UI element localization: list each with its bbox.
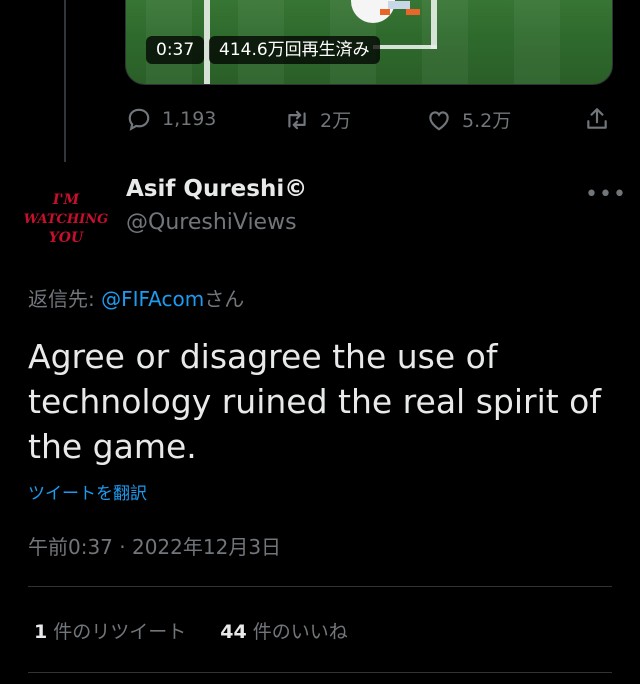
retweet-icon: [288, 110, 306, 129]
share-button[interactable]: [584, 106, 610, 132]
reply-prefix: 返信先:: [28, 287, 102, 311]
likes-stat-label: 件のいいね: [252, 621, 348, 643]
divider: [28, 586, 612, 587]
reply-context: 返信先: @FIFAcomさん: [28, 283, 244, 312]
retweets-stat-count: 1: [34, 621, 48, 643]
translate-tweet-link[interactable]: ツイートを翻訳: [28, 479, 147, 504]
video-duration: 0:37: [146, 36, 205, 64]
share-icon: [587, 108, 607, 129]
field-stripe: [514, 0, 560, 84]
video-view-count: 414.6万回再生済み: [209, 36, 380, 64]
player-figure: [380, 1, 420, 15]
retweets-stat-label: 件のリツイート: [53, 621, 187, 643]
avatar-line-1: I'M: [52, 192, 80, 208]
display-name[interactable]: Asif Qureshi©: [126, 176, 307, 202]
reply-button[interactable]: 1,193: [126, 106, 216, 132]
field-line: [431, 0, 437, 49]
field-line: [373, 45, 437, 49]
user-handle[interactable]: @QureshiViews: [126, 210, 297, 235]
reply-mention-link[interactable]: @FIFAcom: [101, 287, 204, 311]
likes-stat[interactable]: 44 件のいいね: [220, 617, 347, 644]
tweet-text: Agree or disagree the use of technology …: [28, 337, 601, 466]
reply-suffix: さん: [204, 287, 245, 311]
like-button[interactable]: 5.2万: [426, 106, 511, 133]
avatar-image: I'M WATCHING YOU: [24, 192, 109, 246]
retweets-stat[interactable]: 1 件のリツイート: [34, 617, 186, 644]
thread-connector-line: [64, 0, 66, 162]
field-stripe: [422, 0, 468, 84]
retweet-button[interactable]: 2万: [284, 106, 351, 133]
retweet-count: 2万: [320, 110, 352, 132]
tweet-timestamp[interactable]: 午前0:37 · 2022年12月3日: [28, 531, 281, 560]
like-count: 5.2万: [462, 110, 512, 132]
video-player[interactable]: 0:37 414.6万回再生済み: [125, 0, 613, 85]
engagement-stats: 1 件のリツイート 44 件のいいね: [34, 617, 348, 644]
reply-icon: [128, 108, 150, 131]
divider: [28, 672, 612, 673]
avatar[interactable]: I'M WATCHING YOU: [20, 180, 112, 260]
avatar-line-3: YOU: [49, 230, 84, 246]
more-options-button[interactable]: •••: [585, 182, 627, 207]
heart-icon: [429, 110, 449, 130]
reply-count: 1,193: [162, 108, 217, 130]
likes-stat-count: 44: [220, 621, 247, 643]
avatar-line-2: WATCHING: [24, 212, 109, 227]
